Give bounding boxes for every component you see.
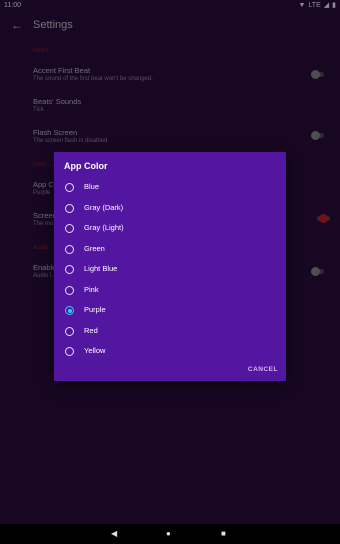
radio-unchecked-icon[interactable] [65,285,74,295]
option-red[interactable]: Red [54,322,286,342]
radio-unchecked-icon[interactable] [65,347,74,356]
option-label: Pink [84,284,99,294]
option-label: Purple [84,305,106,314]
navigation-bar: ◀ ● ■ [0,524,340,544]
cancel-button[interactable]: CANCEL [248,366,278,373]
radio-unchecked-icon[interactable] [65,244,74,254]
option-green[interactable]: Green [54,240,286,260]
option-gray-light[interactable]: Gray (Light) [54,219,286,239]
home-nav-icon[interactable]: ● [166,529,171,538]
radio-checked-icon[interactable] [65,306,74,315]
radio-unchecked-icon[interactable] [65,203,74,213]
option-label: Green [84,243,105,253]
back-nav-icon[interactable]: ◀ [111,529,117,538]
radio-unchecked-icon[interactable] [65,224,74,233]
option-yellow[interactable]: Yellow [54,342,286,362]
app-color-dialog: App Color Blue Gray (Dark) Gray (Light) … [54,152,286,381]
option-label: Light Blue [84,264,118,273]
radio-unchecked-icon[interactable] [65,183,74,192]
radio-unchecked-icon[interactable] [65,265,74,274]
option-purple[interactable]: Purple [54,301,286,321]
option-light-blue[interactable]: Light Blue [54,260,286,280]
option-label: Red [84,325,98,335]
option-pink[interactable]: Pink [54,281,286,301]
dialog-title: App Color [64,161,108,171]
radio-unchecked-icon[interactable] [65,326,74,336]
option-label: Yellow [84,346,106,355]
option-blue[interactable]: Blue [54,178,286,198]
option-label: Gray (Dark) [84,202,124,212]
recents-nav-icon[interactable]: ■ [221,529,226,538]
option-label: Blue [84,182,100,191]
option-label: Gray (Light) [84,223,124,232]
option-gray-dark[interactable]: Gray (Dark) [54,199,286,219]
